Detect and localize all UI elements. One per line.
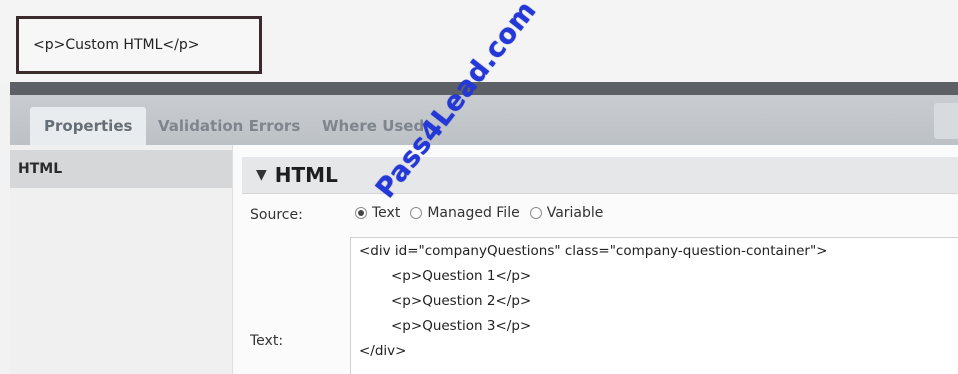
section-title: HTML — [274, 163, 338, 187]
radio-variable-label: Variable — [546, 205, 604, 221]
radio-variable-icon[interactable] — [529, 207, 542, 219]
html-text-editor[interactable]: <div id="companyQuestions" class="compan… — [350, 237, 958, 374]
code-line-4: <p>Question 3</p> — [391, 318, 532, 334]
source-radio-group: Text Managed File Variable — [355, 205, 613, 221]
preview-text: <p>Custom HTML</p> — [33, 37, 200, 53]
code-line-1: <div id="companyQuestions" class="compan… — [359, 243, 828, 259]
properties-content: HTML ▼ HTML Source: Text Managed File Va… — [10, 145, 958, 374]
collapse-arrow-icon[interactable]: ▼ — [256, 167, 267, 183]
radio-option-variable[interactable]: Variable — [529, 205, 604, 221]
source-label: Source: — [250, 207, 303, 223]
radio-managed-file-icon[interactable] — [410, 207, 423, 219]
tab-where-used-label: Where Used — [322, 117, 425, 135]
text-field-label: Text: — [250, 333, 284, 349]
tab-properties[interactable]: Properties — [30, 107, 147, 145]
radio-option-text[interactable]: Text — [355, 205, 400, 221]
left-nav-panel: HTML — [10, 145, 233, 374]
left-nav-item-html[interactable]: HTML — [10, 150, 232, 188]
code-line-2: <p>Question 1</p> — [391, 268, 532, 284]
code-line-3: <p>Question 2</p> — [391, 293, 532, 309]
radio-text-icon[interactable] — [355, 207, 367, 219]
html-section-header[interactable]: ▼ HTML — [242, 157, 958, 194]
html-preview-box[interactable]: <p>Custom HTML</p> — [16, 16, 262, 74]
left-nav-item-label: HTML — [18, 161, 63, 177]
panel-menu-button[interactable] — [934, 103, 958, 139]
radio-managed-file-label: Managed File — [427, 205, 520, 221]
radio-text-label: Text — [372, 205, 401, 221]
code-line-5: </div> — [359, 343, 407, 359]
tab-validation-errors-label: Validation Errors — [158, 117, 301, 135]
radio-option-managed-file[interactable]: Managed File — [410, 205, 520, 221]
tab-properties-label: Properties — [44, 117, 133, 135]
tab-bar: Properties Validation Errors Where Used — [10, 95, 958, 145]
tab-validation-errors[interactable]: Validation Errors — [158, 107, 300, 145]
